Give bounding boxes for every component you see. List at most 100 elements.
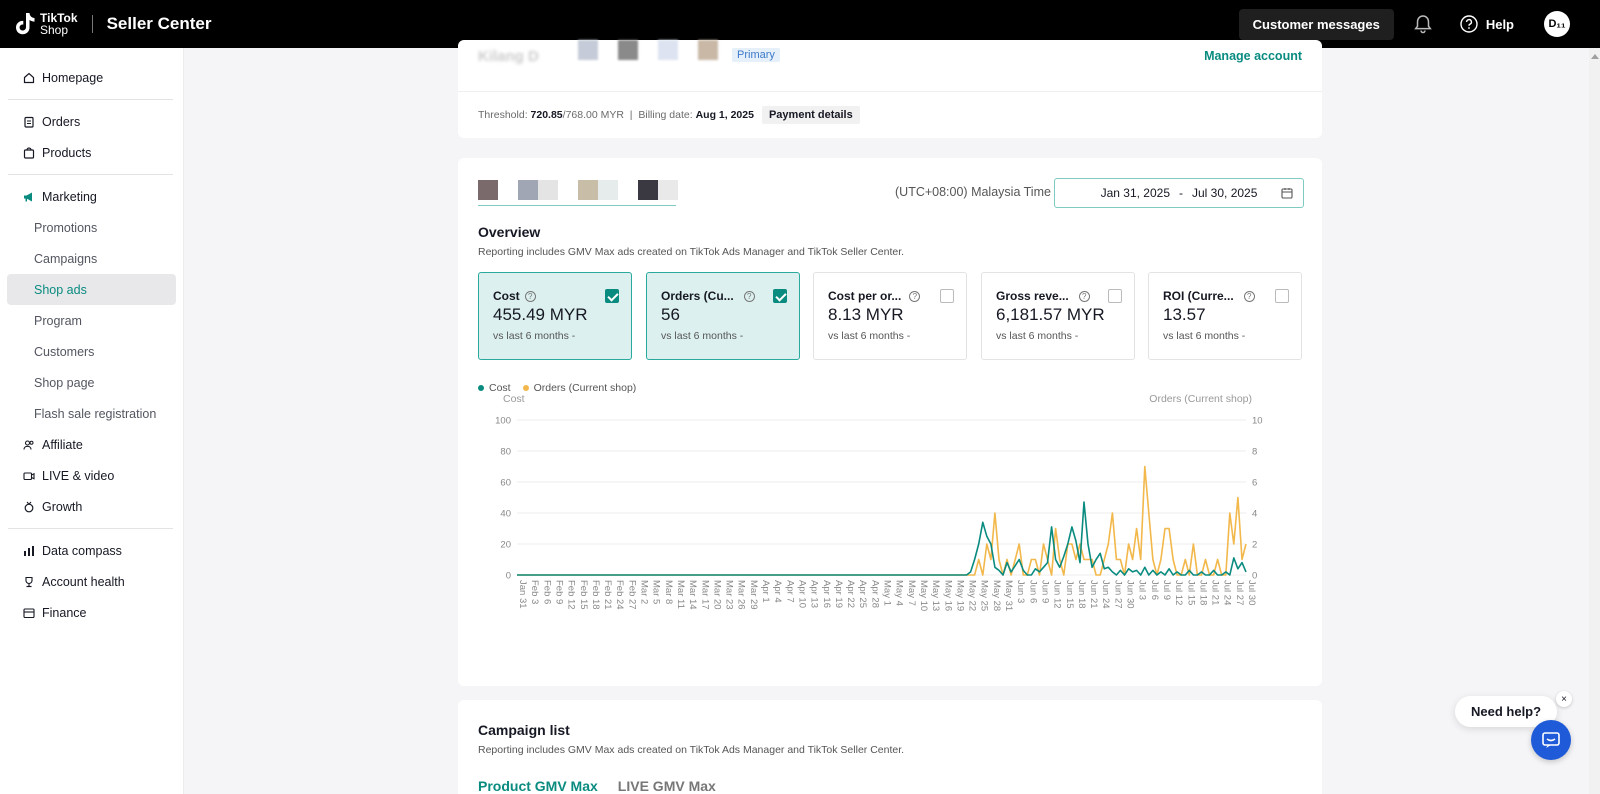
app-title: Seller Center — [106, 14, 212, 33]
megaphone-icon — [24, 192, 32, 201]
primary-badge: Primary — [732, 48, 780, 62]
brand-name: TikTok Shop — [40, 12, 78, 36]
sidebar-item-program[interactable]: Program — [7, 305, 176, 336]
manage-account-link[interactable]: Manage account — [1204, 49, 1302, 63]
x-tick-label: Jul 21 — [1210, 580, 1221, 605]
video-icon — [23, 471, 35, 480]
x-tick-label: Jul 30 — [1246, 580, 1257, 605]
x-tick-label: Mar 20 — [711, 580, 722, 610]
redacted-block — [658, 40, 678, 60]
x-tick-label: Jun 15 — [1064, 580, 1075, 609]
sidebar-divider — [8, 174, 173, 175]
campaign-list-description: Reporting includes GMV Max ads created o… — [478, 744, 905, 756]
x-tick-label: Jun 3 — [1015, 580, 1026, 603]
chat-button[interactable] — [1531, 720, 1571, 760]
x-tick-label: Apr 25 — [857, 580, 868, 608]
x-tick-label: Mar 17 — [699, 580, 710, 610]
x-tick-label: Feb 9 — [553, 580, 564, 604]
billing-date: Aug 1, 2025 — [695, 109, 754, 121]
close-icon[interactable]: × — [1556, 691, 1572, 707]
sidebar-item-finance[interactable]: Finance — [7, 597, 176, 628]
y-tick-label-left: 80 — [500, 447, 511, 458]
sidebar-item-homepage[interactable]: Homepage — [7, 62, 176, 93]
tab-product-gmv-max[interactable]: Product GMV Max — [478, 778, 598, 794]
x-tick-label: May 31 — [1003, 580, 1014, 611]
x-tick-label: Jun 12 — [1052, 580, 1063, 609]
x-tick-label: Jul 12 — [1173, 580, 1184, 605]
y-tick-label-left: 100 — [495, 416, 511, 427]
x-tick-label: May 19 — [954, 580, 965, 611]
sidebar-item-data-compass[interactable]: Data compass — [7, 535, 176, 566]
sidebar-item-shop-page[interactable]: Shop page — [7, 367, 176, 398]
payment-details-button[interactable]: Payment details — [761, 106, 860, 124]
tiktok-logo-icon — [16, 13, 35, 35]
y-tick-label-right: 10 — [1252, 416, 1263, 427]
help-label: Help — [1485, 16, 1514, 32]
series-line-orders — [517, 465, 1247, 576]
x-tick-label: Jul 3 — [1137, 580, 1148, 600]
x-tick-label: May 25 — [979, 580, 990, 611]
customer-messages-button[interactable]: Customer messages — [1238, 8, 1394, 40]
x-tick-label: May 28 — [991, 580, 1002, 611]
x-tick-label: Mar 29 — [748, 580, 759, 610]
sidebar-item-orders[interactable]: Orders — [7, 106, 176, 137]
y-tick-label-right: 4 — [1252, 509, 1257, 520]
sidebar-item-affiliate[interactable]: Affiliate — [7, 429, 176, 460]
tiktok-shop-logo[interactable]: TikTok Shop Seller Center — [14, 11, 211, 37]
medal-icon — [24, 501, 34, 512]
x-tick-label: Feb 21 — [602, 580, 613, 610]
account-name: Kilang D — [478, 48, 539, 65]
x-tick-label: May 13 — [930, 580, 941, 611]
x-tick-label: Mar 2 — [639, 580, 650, 604]
sidebar-item-products[interactable]: Products — [7, 137, 176, 168]
bell-icon[interactable] — [1412, 13, 1434, 35]
sidebar-item-campaigns[interactable]: Campaigns — [7, 243, 176, 274]
threshold-label: Threshold: — [478, 109, 528, 121]
x-tick-label: May 22 — [967, 580, 978, 611]
bar-chart-icon — [24, 545, 34, 556]
sidebar-item-live-video[interactable]: LIVE & video — [7, 460, 176, 491]
x-tick-label: May 1 — [882, 580, 893, 606]
redacted-block — [618, 40, 638, 60]
sidebar-item-label: Homepage — [42, 70, 104, 85]
sidebar-item-label: Products — [42, 145, 92, 160]
wallet-icon — [23, 607, 35, 618]
x-tick-label: Jul 27 — [1234, 580, 1245, 605]
x-tick-label: Mar 14 — [687, 580, 698, 610]
sidebar-item-label: LIVE & video — [42, 468, 115, 483]
x-tick-label: Jul 9 — [1161, 580, 1172, 600]
threshold-separator: | — [629, 109, 633, 121]
clipboard-icon — [24, 116, 34, 128]
help-button[interactable]: Help — [1460, 15, 1514, 33]
sidebar-item-flash-sale[interactable]: Flash sale registration — [7, 398, 176, 429]
x-tick-label: Apr 19 — [833, 580, 844, 608]
sidebar-item-promotions[interactable]: Promotions — [7, 212, 176, 243]
scroll-up-arrow[interactable] — [1591, 54, 1599, 59]
x-tick-label: May 16 — [942, 580, 953, 611]
sidebar-item-growth[interactable]: Growth — [7, 491, 176, 522]
sidebar-divider — [8, 528, 173, 529]
avatar[interactable]: D₁₁ — [1544, 11, 1570, 37]
sidebar-item-shop-ads[interactable]: Shop ads — [7, 274, 176, 305]
redacted-block — [698, 40, 718, 60]
tab-live-gmv-max[interactable]: LIVE GMV Max — [618, 778, 716, 794]
x-tick-label: Feb 15 — [578, 580, 589, 610]
x-tick-label: Feb 3 — [529, 580, 540, 604]
bag-icon — [23, 146, 35, 159]
x-tick-label: Jun 9 — [1039, 580, 1050, 603]
x-tick-label: Jun 18 — [1076, 580, 1087, 609]
sidebar-item-customers[interactable]: Customers — [7, 336, 176, 367]
x-tick-label: May 10 — [918, 580, 929, 611]
sidebar-item-account-health[interactable]: Account health — [7, 566, 176, 597]
overview-card: (UTC+08:00) Malaysia Time Jan 31, 2025 -… — [458, 158, 1322, 686]
x-tick-label: Apr 1 — [760, 580, 771, 603]
x-tick-label: May 7 — [906, 580, 917, 606]
sidebar-item-label: Account health — [42, 574, 125, 589]
x-tick-label: Mar 26 — [736, 580, 747, 610]
campaign-list-title: Campaign list — [478, 722, 570, 738]
y-tick-label-left: 20 — [500, 540, 511, 551]
y-axis-title-right: Orders (Current shop) — [1149, 393, 1252, 405]
x-tick-label: Mar 8 — [663, 580, 674, 604]
sidebar-item-marketing[interactable]: Marketing — [7, 181, 176, 212]
scrollbar[interactable] — [1589, 48, 1600, 794]
